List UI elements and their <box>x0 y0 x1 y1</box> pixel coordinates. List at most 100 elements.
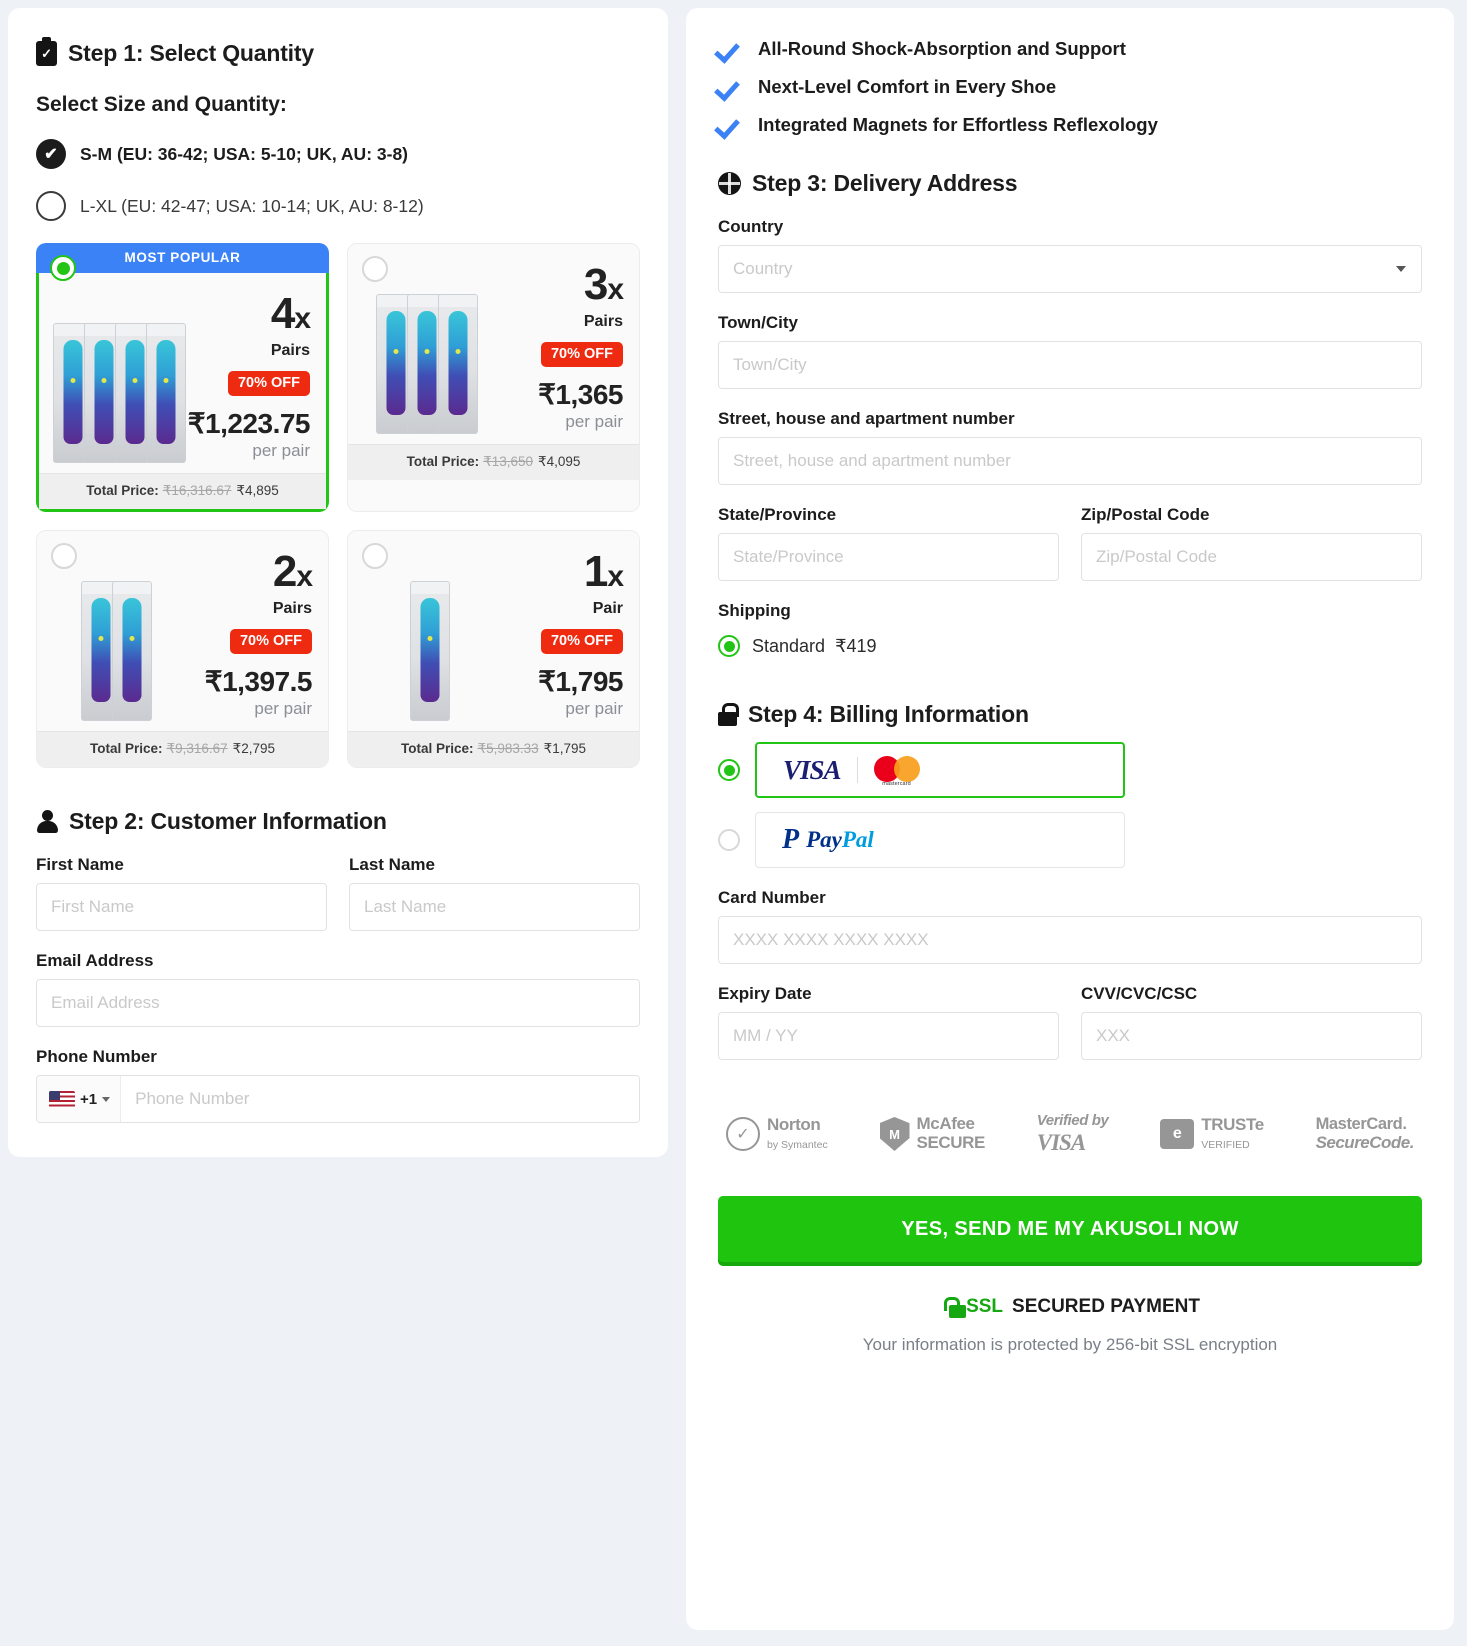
step2-title: Step 2: Customer Information <box>69 808 387 834</box>
divider <box>856 757 858 783</box>
benefit-label: All-Round Shock-Absorption and Support <box>758 38 1126 59</box>
email-input[interactable] <box>36 979 640 1027</box>
cvv-input[interactable] <box>1081 1012 1422 1060</box>
lock-icon <box>940 1296 966 1318</box>
city-input[interactable] <box>718 341 1422 389</box>
offer-discount-4x: 70% OFF <box>227 370 310 396</box>
step3-heading: Step 3: Delivery Address <box>718 170 1422 197</box>
zip-input[interactable] <box>1081 533 1422 581</box>
ssl-footer: SSL SECURED PAYMENT Your information is … <box>718 1296 1422 1355</box>
offer-unit-2x: Pairs <box>272 599 312 617</box>
check-icon <box>718 39 744 59</box>
offer-radio-1x[interactable] <box>362 543 388 569</box>
offer-grid: MOST POPULAR 4x Pairs 70% OFF ₹1,223.75 … <box>36 243 640 768</box>
shipping-label: Shipping <box>718 601 791 620</box>
step4-title: Step 4: Billing Information <box>748 701 1029 727</box>
offer-price-3x: ₹1,365 <box>538 378 623 410</box>
radio-selected-icon <box>718 635 740 657</box>
offer-image-3x <box>362 258 482 434</box>
benefit-label: Integrated Magnets for Effortless Reflex… <box>758 114 1158 135</box>
cvv-label: CVV/CVC/CSC <box>1081 984 1198 1003</box>
offer-card-3x[interactable]: 3x Pairs 70% OFF ₹1,365 per pair Total P… <box>347 243 640 512</box>
offer-unit-3x: Pairs <box>583 312 623 330</box>
user-icon <box>36 809 58 834</box>
payment-method-paypal[interactable]: P PayPal <box>718 812 1422 868</box>
offer-radio-3x[interactable] <box>362 256 388 282</box>
size-section-label: Select Size and Quantity: <box>36 93 287 116</box>
street-group: Street, house and apartment number <box>718 409 1422 485</box>
name-row: First Name Last Name <box>36 855 640 931</box>
state-zip-row: State/Province Zip/Postal Code <box>718 505 1422 581</box>
norton-check-icon: ✓ <box>726 1117 760 1151</box>
expiry-cvv-row: Expiry Date CVV/CVC/CSC <box>718 984 1422 1060</box>
step3-title: Step 3: Delivery Address <box>752 170 1018 196</box>
shipping-option-standard[interactable]: Standard ₹419 <box>718 635 1422 657</box>
offer-discount-2x: 70% OFF <box>229 628 312 654</box>
offer-card-4x[interactable]: MOST POPULAR 4x Pairs 70% OFF ₹1,223.75 … <box>36 243 329 512</box>
payment-method-card[interactable]: VISA mastercard <box>718 742 1422 798</box>
lock-icon <box>718 703 739 726</box>
expiry-label: Expiry Date <box>718 984 812 1003</box>
offer-total-4x: Total Price: ₹16,316.67 ₹4,895 <box>39 473 326 509</box>
offer-qty-4x: 4x <box>270 289 311 338</box>
zip-label: Zip/Postal Code <box>1081 505 1210 524</box>
step4-heading: Step 4: Billing Information <box>718 701 1422 728</box>
size-option-lxl-label: L-XL (EU: 42-47; USA: 10-14; UK, AU: 8-1… <box>80 195 424 216</box>
size-option-lxl[interactable]: L-XL (EU: 42-47; USA: 10-14; UK, AU: 8-1… <box>36 191 640 221</box>
street-label: Street, house and apartment number <box>718 409 1015 428</box>
last-name-input[interactable] <box>349 883 640 931</box>
ssl-badge-label: SSL <box>966 1296 1004 1317</box>
last-name-label: Last Name <box>349 855 435 874</box>
offer-per-2x: per pair <box>254 698 312 718</box>
verified-by-visa-badge: Verified by VISA <box>1037 1112 1109 1156</box>
card-number-input[interactable] <box>718 916 1422 964</box>
submit-order-button[interactable]: YES, SEND ME MY AKUSOLI NOW <box>718 1196 1422 1262</box>
offer-total-1x: Total Price: ₹5,983.33 ₹1,795 <box>348 731 639 767</box>
paypal-logo: P PayPal <box>782 824 874 855</box>
mcafee-badge: M McAfee SECURE <box>879 1114 985 1153</box>
shipping-option-label: Standard <box>752 635 826 656</box>
check-icon <box>718 77 744 97</box>
mcafee-label: McAfee <box>916 1114 975 1133</box>
benefit-label: Next-Level Comfort in Every Shoe <box>758 76 1057 97</box>
size-option-sm-label: S-M (EU: 36-42; USA: 5-10; UK, AU: 3-8) <box>80 143 409 164</box>
offer-card-1x[interactable]: 1x Pair 70% OFF ₹1,795 per pair Total Pr… <box>347 530 640 768</box>
step2-heading: Step 2: Customer Information <box>36 808 640 835</box>
state-input[interactable] <box>718 533 1059 581</box>
city-group: Town/City <box>718 313 1422 389</box>
step1-title: Step 1: Select Quantity <box>68 40 314 66</box>
country-select[interactable] <box>718 245 1422 293</box>
mastercard-securecode-badge: MasterCard. SecureCode. <box>1316 1115 1415 1153</box>
globe-icon <box>718 172 741 195</box>
phone-input[interactable] <box>121 1076 639 1122</box>
truste-badge: e TRUSTe VERIFIED <box>1160 1115 1264 1153</box>
country-code-label: +1 <box>80 1090 98 1108</box>
vbv-visa-label: VISA <box>1036 1130 1086 1155</box>
payment-radio-card[interactable] <box>718 759 740 781</box>
size-option-sm[interactable]: ✔ S-M (EU: 36-42; USA: 5-10; UK, AU: 3-8… <box>36 139 640 169</box>
offer-qty-2x: 2x <box>272 547 313 596</box>
offer-qty-3x: 3x <box>583 260 624 309</box>
trust-badges: ✓ Norton by Symantec M McAfee SECURE Ver… <box>718 1112 1422 1156</box>
offer-unit-1x: Pair <box>592 599 623 617</box>
country-code-selector[interactable]: +1 <box>37 1076 122 1122</box>
ssl-description: Your information is protected by 256-bit… <box>862 1334 1278 1354</box>
step1-heading: ✓ Step 1: Select Quantity <box>36 37 640 67</box>
country-label: Country <box>718 217 784 236</box>
benefit-item: Next-Level Comfort in Every Shoe <box>718 76 1422 98</box>
city-label: Town/City <box>718 313 798 332</box>
first-name-label: First Name <box>36 855 124 874</box>
payment-radio-paypal[interactable] <box>718 829 740 851</box>
street-input[interactable] <box>718 437 1422 485</box>
first-name-input[interactable] <box>36 883 327 931</box>
offer-per-3x: per pair <box>565 411 623 431</box>
ssl-secured-label: SECURED PAYMENT <box>1012 1296 1200 1317</box>
offer-card-2x[interactable]: 2x Pairs 70% OFF ₹1,397.5 per pair Total… <box>36 530 329 768</box>
visa-logo: VISA <box>783 754 842 785</box>
offer-radio-2x[interactable] <box>51 543 77 569</box>
norton-sublabel: by Symantec <box>767 1138 828 1151</box>
offer-unit-4x: Pairs <box>270 341 310 359</box>
expiry-input[interactable] <box>718 1012 1059 1060</box>
offer-radio-4x[interactable] <box>50 255 76 281</box>
card-number-label: Card Number <box>718 888 826 907</box>
